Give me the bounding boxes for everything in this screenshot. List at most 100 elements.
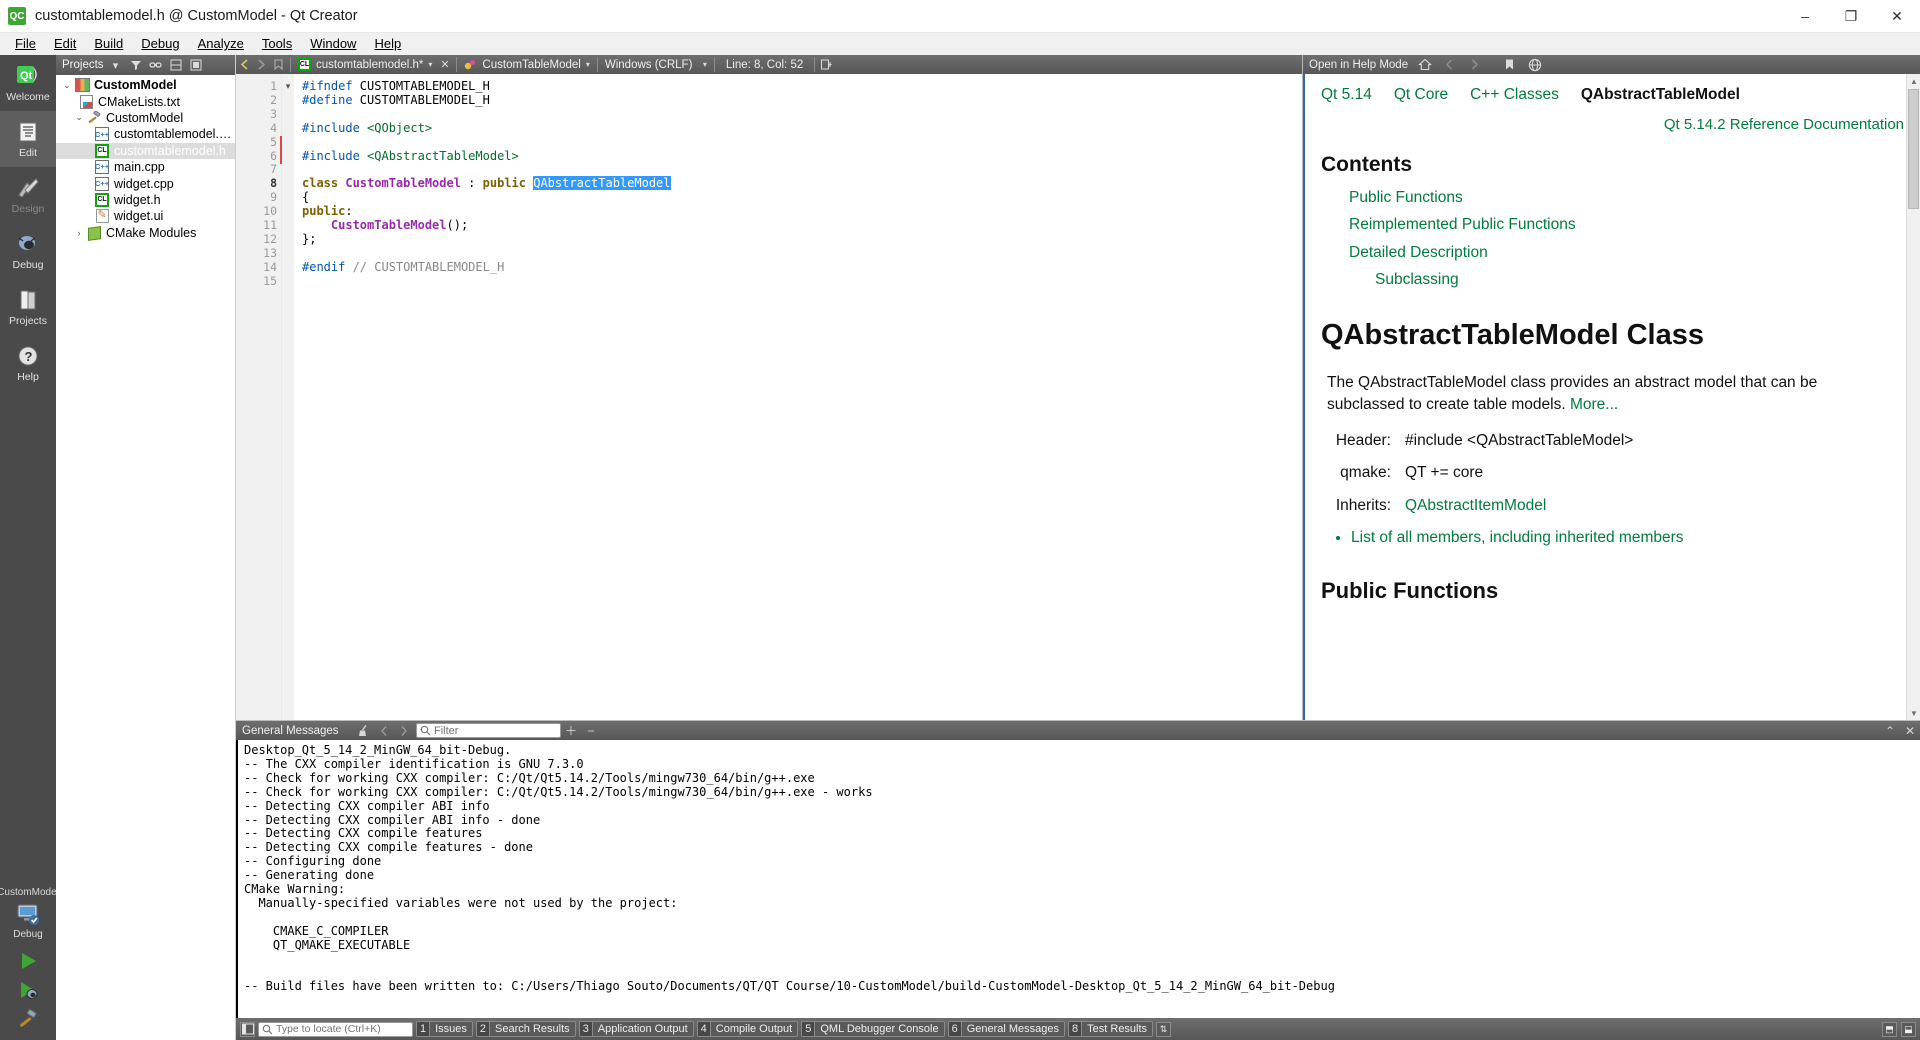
build-button[interactable] <box>14 1006 42 1032</box>
close-output-icon[interactable]: ✕ <box>1900 721 1920 740</box>
fold-column[interactable]: ▾ <box>282 74 294 720</box>
tree-item-widget-h[interactable]: CL widget.h <box>56 192 235 208</box>
tree-item-widget-ui[interactable]: widget.ui <box>56 208 235 224</box>
fold-marker[interactable]: ▾ <box>282 80 294 94</box>
back-arrow-icon[interactable] <box>236 55 253 74</box>
bookmark-icon[interactable] <box>1501 55 1518 74</box>
locator-input[interactable] <box>276 1023 409 1035</box>
split-icon[interactable] <box>168 57 184 73</box>
project-tree[interactable]: ⌄ CustomModel CMakeLists.txt ⌄ CustomMod… <box>56 75 235 1040</box>
prev-item-icon[interactable] <box>374 721 394 740</box>
open-file-combo[interactable]: CL customtablemodel.h* ▾ <box>294 55 436 74</box>
breadcrumb-qt-core[interactable]: Qt Core <box>1394 84 1448 106</box>
toc-link-public-functions[interactable]: Public Functions <box>1349 187 1904 209</box>
globe-icon[interactable] <box>1526 55 1543 74</box>
split-pane-icon[interactable] <box>818 55 835 74</box>
breadcrumb-cpp-classes[interactable]: C++ Classes <box>1470 84 1559 106</box>
open-in-help-mode-button[interactable]: Open in Help Mode <box>1309 59 1408 71</box>
toc-link-subclassing[interactable]: Subclassing <box>1375 269 1904 291</box>
tree-item-customtablemodel-cpp[interactable]: C++ customtablemodel.cpp <box>56 126 235 142</box>
tree-item-customtablemodel-h[interactable]: CL customtablemodel.h <box>56 142 235 159</box>
broom-clear-icon[interactable] <box>354 721 374 740</box>
close-file-icon[interactable]: ✕ <box>436 55 453 74</box>
tree-item-widget-cpp[interactable]: C++ widget.cpp <box>56 175 235 191</box>
locator-input-wrap[interactable] <box>258 1021 413 1037</box>
minimize-button[interactable]: – <box>1782 0 1828 33</box>
chevron-down-icon[interactable]: ▾ <box>428 60 432 69</box>
tree-item-main-cpp[interactable]: C++ main.cpp <box>56 159 235 175</box>
menu-build[interactable]: Build <box>85 33 132 55</box>
help-content[interactable]: Qt 5.14 Qt Core C++ Classes QAbstractTab… <box>1303 74 1920 720</box>
mode-debug[interactable]: Debug <box>0 223 56 279</box>
show-output-icon[interactable]: ⬒ <box>1882 1021 1897 1037</box>
link-sync-icon[interactable] <box>148 57 164 73</box>
maximize-button[interactable]: ❐ <box>1828 0 1874 33</box>
tree-item-cmake-modules[interactable]: › CMake Modules <box>56 225 235 241</box>
sidebar-toggle-icon[interactable] <box>240 1021 255 1037</box>
code-editor[interactable]: 1 2 3 4 5 6 7 8 9 10 11 12 13 14 15 ▾ #i… <box>236 74 1302 720</box>
home-icon[interactable] <box>1416 55 1433 74</box>
chevron-right-icon[interactable]: › <box>72 228 86 238</box>
forward-arrow-icon[interactable] <box>1466 55 1483 74</box>
bookmark-icon[interactable] <box>270 55 287 74</box>
forward-arrow-icon[interactable] <box>253 55 270 74</box>
zoom-in-icon[interactable]: ＋ <box>561 721 581 740</box>
menu-analyze[interactable]: Analyze <box>189 33 253 55</box>
scroll-down-icon[interactable]: ▼ <box>1907 706 1920 720</box>
mode-projects[interactable]: Projects <box>0 279 56 335</box>
output-filter[interactable] <box>416 723 561 738</box>
output-tab-compile-output[interactable]: 4 Compile Output <box>696 1021 799 1037</box>
all-members-link[interactable]: List of all members, including inherited… <box>1351 529 1684 546</box>
list-item[interactable]: List of all members, including inherited… <box>1351 527 1904 549</box>
inherits-link[interactable]: QAbstractItemModel <box>1405 497 1546 514</box>
maximize-pane-icon[interactable] <box>188 57 204 73</box>
chevron-down-icon[interactable]: ▾ <box>703 60 707 69</box>
mode-edit[interactable]: Edit <box>0 111 56 167</box>
scroll-up-icon[interactable]: ▲ <box>1907 74 1920 88</box>
scrollbar-thumb[interactable] <box>1908 89 1919 209</box>
output-tab-issues[interactable]: 1 Issues <box>416 1021 473 1037</box>
output-tab-test-results[interactable]: 8 Test Results <box>1068 1021 1154 1037</box>
filter-icon[interactable] <box>128 57 144 73</box>
menu-file[interactable]: File <box>6 33 45 55</box>
output-tab-qml-debugger-console[interactable]: 5 QML Debugger Console <box>801 1021 945 1037</box>
output-tab-application-output[interactable]: 3 Application Output <box>578 1021 694 1037</box>
chevron-down-icon[interactable]: ⌄ <box>60 80 74 91</box>
back-arrow-icon[interactable] <box>1441 55 1458 74</box>
mode-welcome[interactable]: Qt Welcome <box>0 55 56 111</box>
mode-design[interactable]: Design <box>0 167 56 223</box>
menu-tools[interactable]: Tools <box>253 33 301 55</box>
tree-item-custommodel-root[interactable]: ⌄ CustomModel <box>56 77 235 93</box>
toc-link-reimplemented-public-functions[interactable]: Reimplemented Public Functions <box>1349 214 1904 236</box>
kit-selector[interactable]: CustomModel Debug <box>0 884 59 944</box>
close-button[interactable]: ✕ <box>1874 0 1920 33</box>
chevron-down-icon[interactable]: ▾ <box>108 57 124 73</box>
debug-button[interactable] <box>14 977 42 1003</box>
menu-window[interactable]: Window <box>301 33 365 55</box>
breadcrumb-qt-version[interactable]: Qt 5.14 <box>1321 84 1372 106</box>
tab-updown-icon[interactable]: ⇅ <box>1156 1021 1172 1037</box>
output-text[interactable]: Desktop_Qt_5_14_2_MinGW_64_bit-Debug. --… <box>236 740 1920 1018</box>
help-scrollbar[interactable]: ▲ ▼ <box>1906 74 1920 720</box>
tree-item-cmakelists[interactable]: CMakeLists.txt <box>56 93 235 109</box>
menu-debug[interactable]: Debug <box>132 33 188 55</box>
chevron-down-icon[interactable]: ▾ <box>586 60 590 69</box>
line-ending-combo[interactable]: Windows (CRLF) ▾ <box>601 55 711 74</box>
zoom-out-icon[interactable]: − <box>581 721 601 740</box>
more-link[interactable]: More... <box>1570 396 1618 413</box>
toc-link-detailed-description[interactable]: Detailed Description <box>1349 242 1904 264</box>
output-tab-search-results[interactable]: 2 Search Results <box>475 1021 576 1037</box>
menu-edit[interactable]: Edit <box>45 33 85 55</box>
menu-help[interactable]: Help <box>365 33 410 55</box>
mode-help[interactable]: ? Help <box>0 335 56 391</box>
chevron-down-icon[interactable]: ⌄ <box>72 112 86 123</box>
output-tab-general-messages[interactable]: 6 General Messages <box>947 1021 1066 1037</box>
maximize-output-icon[interactable]: ⬓ <box>1901 1021 1916 1037</box>
tree-item-custommodel-target[interactable]: ⌄ CustomModel <box>56 110 235 126</box>
symbol-combo[interactable]: CustomTableModel ▾ <box>460 55 593 74</box>
code-text[interactable]: #ifndef CUSTOMTABLEMODEL_H #define CUSTOM… <box>294 74 1302 720</box>
next-item-icon[interactable] <box>394 721 414 740</box>
output-filter-input[interactable] <box>434 724 557 737</box>
maximize-output-icon[interactable]: ⌃ <box>1880 721 1900 740</box>
run-button[interactable] <box>14 948 42 974</box>
